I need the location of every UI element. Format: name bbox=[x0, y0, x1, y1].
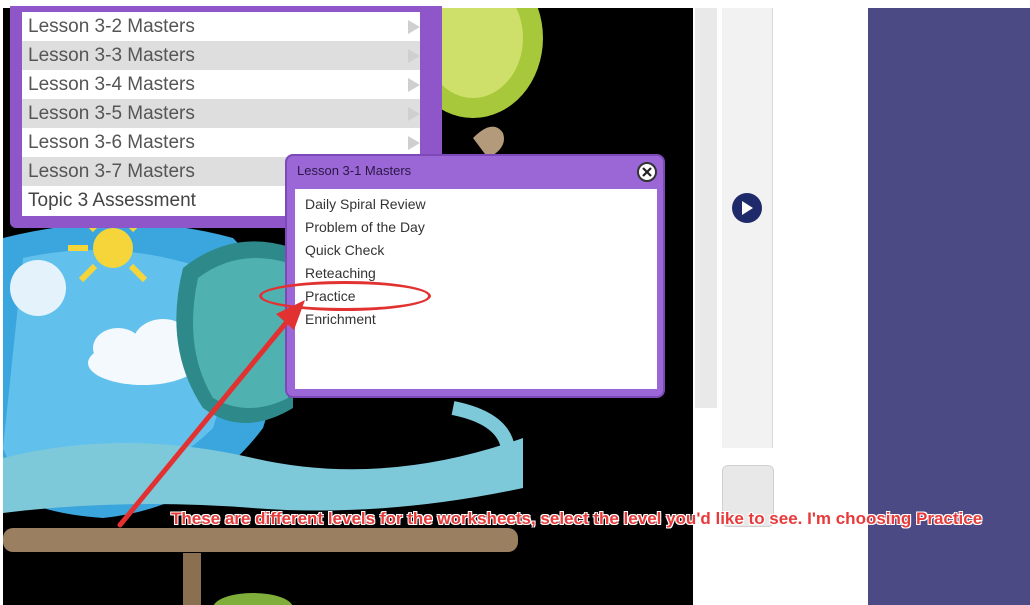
app-screen: Lesson 3-2 Masters Lesson 3-3 Masters Le… bbox=[0, 0, 1030, 605]
annotation-text: These are different levels for the works… bbox=[171, 509, 983, 528]
